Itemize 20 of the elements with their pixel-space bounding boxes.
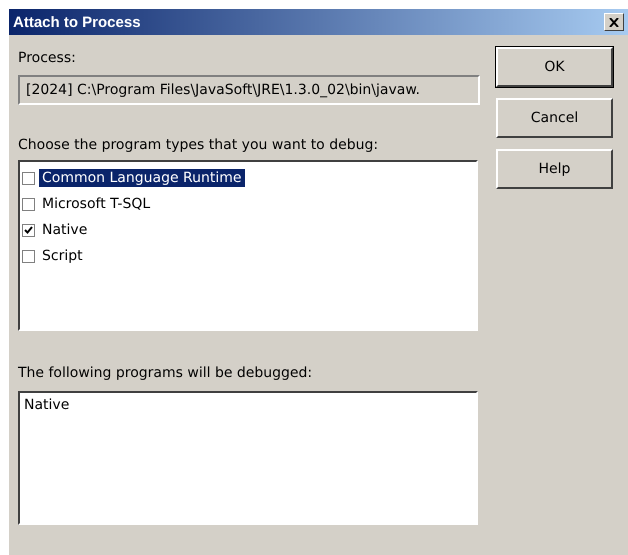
program-type-list[interactable]: Common Language Runtime Microsoft T-SQL Native Script [18, 160, 478, 331]
list-item[interactable]: Common Language Runtime [39, 169, 245, 187]
close-icon [609, 18, 619, 26]
list-label: Choose the program types that you want to debug: [18, 137, 380, 153]
field-label: Process: [18, 50, 77, 66]
list-item[interactable]: Script [39, 247, 86, 265]
list-label: The following programs will be debugged: [18, 365, 314, 381]
cancel-button[interactable]: Cancel [496, 98, 613, 138]
list-item: Native [24, 397, 70, 413]
checkbox[interactable] [22, 250, 35, 262]
ok-button[interactable]: OK [496, 47, 613, 87]
close-button[interactable] [604, 13, 624, 31]
help-button[interactable]: Help [496, 149, 613, 189]
window-title: Attach to Process [13, 14, 141, 30]
checkbox[interactable] [22, 172, 35, 184]
list-item[interactable]: Native [39, 221, 90, 239]
list-item[interactable]: Microsoft T-SQL [39, 195, 154, 213]
process-field[interactable]: [2024] C:\Program Files\JavaSoft\JRE\1.3.0_02\bin\javaw. [18, 75, 480, 105]
checkbox[interactable] [22, 224, 35, 236]
checkbox[interactable] [22, 198, 35, 210]
